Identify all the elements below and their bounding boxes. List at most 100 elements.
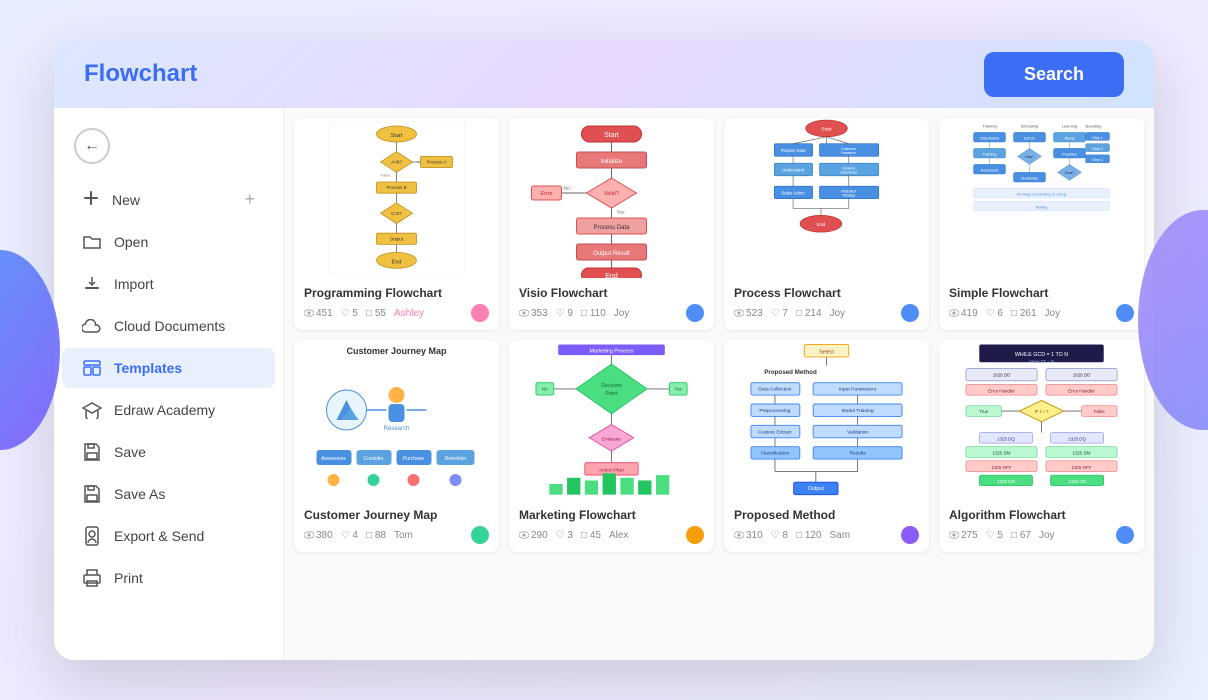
template-name-algorithm: Algorithm Flowchart — [949, 508, 1134, 522]
svg-text:Output Result: Output Result — [593, 251, 630, 257]
svg-text:Proposed Method: Proposed Method — [764, 369, 817, 376]
svg-text:Retention: Retention — [841, 189, 856, 193]
svg-text:Yes: Yes — [675, 387, 683, 392]
svg-text:Input Parameters: Input Parameters — [839, 387, 877, 393]
avatar-programming — [471, 304, 489, 322]
views-programming: 451 — [304, 308, 333, 319]
saveas-icon — [82, 484, 102, 504]
svg-text:A>B?: A>B? — [391, 160, 402, 165]
svg-text:Prepare Data: Prepare Data — [781, 148, 806, 153]
sidebar-label-saveas: Save As — [114, 486, 165, 502]
svg-text:Graduate: Graduate — [1021, 176, 1038, 181]
svg-text:Classification: Classification — [761, 451, 790, 457]
sidebar-item-saveas[interactable]: Save As — [62, 474, 275, 514]
template-card-visio[interactable]: Start Initialize Valid? No — [509, 118, 714, 330]
search-button[interactable]: Search — [984, 52, 1124, 97]
svg-text:1325 OFF: 1325 OFF — [992, 465, 1012, 470]
likes-algorithm: ♡ 5 — [986, 530, 1003, 541]
template-card-marketing[interactable]: Marketing Process Decision Point No — [509, 340, 714, 552]
svg-text:Step 2: Step 2 — [1092, 147, 1102, 151]
svg-text:Action Plan: Action Plan — [599, 468, 624, 474]
svg-text:Orientation: Orientation — [980, 136, 1000, 141]
sidebar-item-templates[interactable]: Templates — [62, 348, 275, 388]
svg-text:Feature Extract: Feature Extract — [758, 429, 792, 435]
svg-text:Start: Start — [391, 133, 403, 139]
svg-text:Consider: Consider — [363, 456, 383, 462]
template-preview-simple: Training Schooling Learning Boarding Ori… — [939, 118, 1144, 278]
author-proposed: Sam — [830, 530, 851, 541]
template-preview-marketing: Marketing Process Decision Point No — [509, 340, 714, 500]
svg-text:Marketing Process: Marketing Process — [589, 348, 633, 354]
svg-text:Awareness: Awareness — [321, 456, 346, 462]
svg-text:Learning: Learning — [1062, 124, 1078, 129]
svg-text:Results: Results — [849, 451, 866, 457]
sidebar-item-export[interactable]: Export & Send — [62, 516, 275, 556]
svg-text:Practice: Practice — [1062, 152, 1077, 157]
template-card-journey[interactable]: Customer Journey Map Research — [294, 340, 499, 552]
svg-text:Select: Select — [819, 349, 834, 355]
comments-process: □ 214 — [796, 308, 822, 319]
likes-process: ♡ 7 — [771, 308, 788, 319]
template-card-proposed[interactable]: Select Proposed Method Data Collection P… — [724, 340, 929, 552]
template-preview-programming: Start A>B? True False Process A — [294, 118, 499, 278]
sidebar-item-print[interactable]: Print — [62, 558, 275, 598]
avatar-marketing — [686, 526, 704, 544]
sidebar-item-academy[interactable]: Edraw Academy — [62, 390, 275, 430]
svg-text:Strategy: Strategy — [842, 194, 855, 198]
sidebar-item-cloud[interactable]: Cloud Documents — [62, 306, 275, 346]
export-icon — [82, 526, 102, 546]
template-meta-visio: 353 ♡ 9 □ 110 Joy — [519, 304, 704, 322]
svg-text:Decision: Decision — [601, 383, 621, 389]
back-icon: ← — [84, 137, 100, 155]
sidebar-label-print: Print — [114, 570, 143, 586]
svg-text:Point: Point — [605, 391, 618, 397]
svg-text:Enroll: Enroll — [1024, 136, 1034, 141]
svg-text:Start: Start — [821, 127, 832, 133]
svg-text:Output: Output — [390, 236, 404, 241]
svg-text:False: False — [1094, 409, 1105, 414]
template-name-visio: Visio Flowchart — [519, 286, 704, 300]
sidebar-item-save[interactable]: Save — [62, 432, 275, 472]
template-preview-process: Start Prepare Data Customer Research — [724, 118, 929, 278]
template-meta-proposed: 310 ♡ 8 □ 120 Sam — [734, 526, 919, 544]
svg-text:Training: Training — [982, 152, 996, 157]
comments-algorithm: □ 67 — [1011, 530, 1031, 541]
template-name-journey: Customer Journey Map — [304, 508, 489, 522]
svg-text:No: No — [542, 387, 548, 392]
template-card-algorithm[interactable]: WHILE GCD = 1 TO N value TT = N 1625 DD … — [939, 340, 1144, 552]
svg-text:IF I = ?: IF I = ? — [1035, 409, 1049, 414]
svg-text:Process B: Process B — [386, 185, 406, 190]
import-icon — [82, 274, 102, 294]
sidebar-item-open[interactable]: Open — [62, 222, 275, 262]
svg-text:1625 DD: 1625 DD — [1073, 372, 1091, 377]
templates-grid: Start A>B? True False Process A — [294, 118, 1144, 552]
svg-text:C>0?: C>0? — [391, 211, 402, 216]
main-area: ← New + Open — [54, 108, 1154, 660]
svg-text:Yes: Yes — [617, 210, 626, 216]
sidebar-item-new[interactable]: New + — [62, 179, 275, 220]
sidebar-label-academy: Edraw Academy — [114, 402, 215, 418]
template-card-programming[interactable]: Start A>B? True False Process A — [294, 118, 499, 330]
add-icon: + — [244, 189, 255, 210]
comments-visio: □ 110 — [581, 308, 606, 319]
comments-journey: □ 88 — [366, 530, 386, 541]
views-process: 523 — [734, 308, 763, 319]
svg-text:1325 DM: 1325 DM — [1072, 451, 1090, 456]
open-icon — [82, 232, 102, 252]
blob-left — [0, 250, 60, 450]
svg-text:Research: Research — [384, 426, 410, 432]
template-preview-journey: Customer Journey Map Research — [294, 340, 499, 500]
template-meta-process: 523 ♡ 7 □ 214 Joy — [734, 304, 919, 322]
svg-text:Rating: Rating — [1036, 204, 1048, 209]
svg-text:Validation: Validation — [847, 429, 868, 435]
sidebar-item-import[interactable]: Import — [62, 264, 275, 304]
back-button[interactable]: ← — [74, 128, 110, 164]
views-proposed: 310 — [734, 530, 763, 541]
svg-text:End: End — [605, 273, 618, 278]
template-card-simple[interactable]: Training Schooling Learning Boarding Ori… — [939, 118, 1144, 330]
views-visio: 353 — [519, 308, 548, 319]
views-algorithm: 275 — [949, 530, 978, 541]
svg-text:Customer: Customer — [841, 147, 857, 151]
templates-icon — [82, 358, 102, 378]
template-card-process[interactable]: Start Prepare Data Customer Research — [724, 118, 929, 330]
